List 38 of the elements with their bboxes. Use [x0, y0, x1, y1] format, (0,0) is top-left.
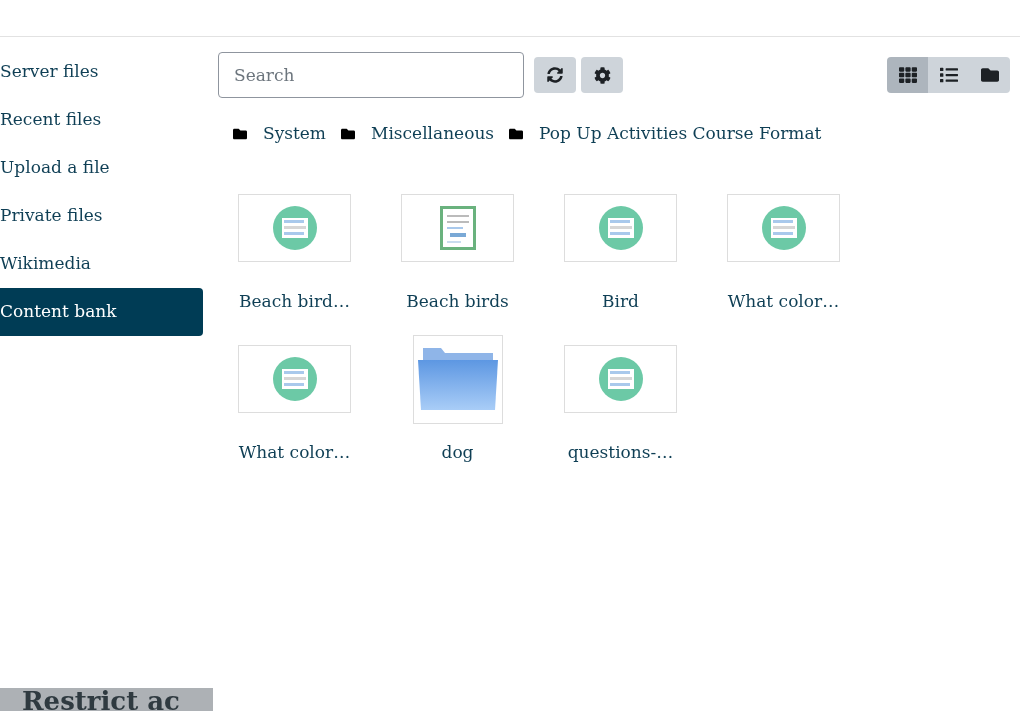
folder-icon — [416, 346, 499, 412]
list-icon — [939, 66, 958, 84]
grid-icon — [898, 66, 917, 84]
search-field[interactable]: Search — [218, 52, 524, 98]
file-name[interactable]: Beach bird… — [239, 288, 350, 314]
checklist-icon — [598, 205, 643, 250]
section-header: Restrict ac — [0, 688, 213, 711]
sidebar-item[interactable]: Private files — [0, 192, 203, 240]
breadcrumb-link[interactable]: Pop Up Activities Course Format — [539, 121, 822, 147]
folder-icon — [980, 66, 999, 84]
folder-icon — [233, 126, 247, 141]
refresh-icon — [547, 67, 563, 83]
view-mode-button[interactable] — [969, 57, 1010, 93]
sidebar-item[interactable]: Server files — [0, 48, 203, 96]
document-icon — [439, 205, 476, 250]
refresh-button[interactable] — [534, 57, 576, 93]
file-name[interactable]: dog — [441, 440, 474, 466]
sidebar-item[interactable]: Upload a file — [0, 144, 203, 192]
view-mode-button[interactable] — [887, 57, 928, 93]
checklist-icon — [272, 205, 317, 250]
checklist-icon — [272, 357, 317, 401]
settings-icon — [593, 66, 611, 84]
folder-icon — [341, 126, 355, 141]
sidebar-item[interactable]: Wikimedia — [0, 240, 203, 288]
file-name[interactable]: Beach birds — [406, 288, 509, 314]
breadcrumb-link[interactable]: Miscellaneous — [371, 121, 495, 147]
file-name[interactable]: questions-… — [567, 440, 674, 466]
settings-button[interactable] — [581, 57, 623, 93]
file-name[interactable]: Bird — [602, 288, 639, 314]
view-mode-button[interactable] — [928, 57, 969, 93]
file-name[interactable]: What color… — [727, 288, 840, 314]
sidebar-item[interactable]: Recent files — [0, 96, 203, 144]
sidebar-item[interactable]: Content bank — [0, 288, 203, 336]
folder-icon — [509, 126, 524, 141]
checklist-icon — [598, 357, 643, 401]
file-name[interactable]: What color… — [238, 440, 351, 466]
breadcrumb-link[interactable]: System — [263, 121, 326, 147]
checklist-icon — [761, 205, 806, 250]
